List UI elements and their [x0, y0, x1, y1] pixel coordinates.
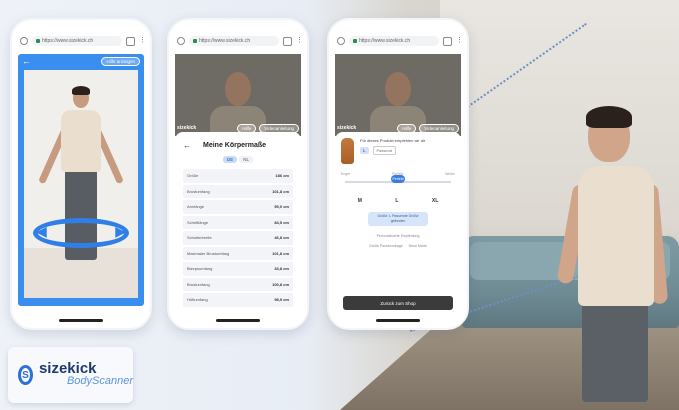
browser-bar: https://www.sizekick.ch ⋮	[337, 34, 463, 48]
product-image	[341, 138, 354, 164]
home-indicator	[216, 319, 260, 322]
product-name: BodyScanner	[66, 375, 133, 387]
address-bar[interactable]: https://www.sizekick.ch	[32, 36, 122, 46]
camera-preview: ◀ ▶	[24, 70, 138, 298]
recommendation-text: Für dieses Produkt empfehlen wir dir	[360, 138, 426, 143]
sheet-header: ← Meine Körpermaße	[183, 138, 293, 152]
option-link[interactable]: Neue Maße	[409, 244, 427, 248]
fit-label: Enger	[341, 172, 351, 176]
more-vert-icon[interactable]: ⋮	[296, 37, 303, 44]
measurement-row: Hüftumfang 98,9 cm	[183, 293, 293, 307]
option-link[interactable]: Größe Passformfrage	[369, 244, 403, 248]
recommendation-panel: Für dieses Produkt empfehlen wir dir L P…	[335, 132, 461, 314]
url-text: https://www.sizekick.ch	[199, 38, 251, 44]
lock-icon	[193, 39, 197, 43]
url-text: https://www.sizekick.ch	[42, 38, 94, 44]
back-to-shop-button[interactable]: Zurück zum Shop	[343, 296, 453, 310]
unit-option[interactable]: DE	[222, 156, 238, 163]
size-step[interactable]: M	[358, 198, 362, 204]
measurement-row: Größe 186 cm	[183, 169, 293, 183]
home-indicator	[59, 319, 103, 322]
measurement-row: Schrittlänge 84,5 cm	[183, 215, 293, 229]
scan-photo: sizekick Hilfe Videoanleitung	[335, 54, 461, 136]
size-notice: Größe: L Passende Größe gefunden	[368, 212, 428, 226]
sizekick-logo-icon: S	[18, 365, 33, 385]
home-icon[interactable]	[177, 37, 185, 45]
address-bar[interactable]: https://www.sizekick.ch	[189, 36, 279, 46]
measurement-row: Maximaler Brustumfang 101,8 cm	[183, 246, 293, 260]
logo-text: sizekick	[337, 125, 357, 131]
recommendation-row: Für dieses Produkt empfehlen wir dir L P…	[341, 138, 455, 164]
person-shirt	[578, 166, 654, 306]
tabs-icon[interactable]	[283, 36, 292, 46]
rotate-arrow-left-icon: ◀	[36, 223, 47, 239]
person-shirt	[61, 110, 101, 172]
brand-badge: S sizekick BodyScanner	[8, 347, 133, 403]
browser-bar: https://www.sizekick.ch ⋮	[177, 34, 303, 48]
fit-slider[interactable]: Enger Perfekt Weiter Perfekt	[341, 172, 455, 190]
person-hair	[72, 86, 90, 95]
lock-icon	[36, 39, 40, 43]
address-bar[interactable]: https://www.sizekick.ch	[349, 36, 439, 46]
measurement-row: Armlänge 59,0 cm	[183, 200, 293, 214]
phone-recommendation-screen: https://www.sizekick.ch ⋮ sizekick Hilfe…	[327, 18, 469, 330]
size-steps: M L XL	[341, 198, 455, 204]
option-links: Größe Passformfrage Neue Maße	[341, 244, 455, 248]
home-indicator	[376, 319, 420, 322]
tabs-icon[interactable]	[126, 36, 135, 46]
slider-knob[interactable]: Perfekt	[391, 175, 405, 183]
tabs-icon[interactable]	[443, 36, 452, 46]
measurement-row: Brustumfang 100,8 cm	[183, 277, 293, 291]
measurements-sheet: ← Meine Körpermaße DE NL Größe 186 cm Bru…	[175, 132, 301, 314]
camera-view: ← Hilfe anzeigen ◀ ▶	[18, 54, 144, 306]
fit-label: Weiter	[444, 172, 455, 176]
url-text: https://www.sizekick.ch	[359, 38, 411, 44]
personalized-option[interactable]: Personalisierte Empfehlung	[341, 234, 455, 238]
phone-scan-screen: https://www.sizekick.ch ⋮ ← Hilfe anzeig…	[10, 18, 152, 330]
measurement-row: Brustumfang 101,8 cm	[183, 184, 293, 198]
size-step[interactable]: L	[395, 198, 398, 204]
phone-measurements-screen: https://www.sizekick.ch ⋮ sizekick Hilfe…	[167, 18, 309, 330]
person-head	[385, 72, 411, 106]
logo-text: sizekick	[177, 125, 197, 131]
size-step[interactable]: XL	[432, 198, 438, 204]
more-vert-icon[interactable]: ⋮	[456, 37, 463, 44]
person-hair	[586, 106, 632, 128]
unit-option[interactable]: NL	[239, 156, 254, 163]
home-icon[interactable]	[20, 37, 28, 45]
scan-photo: sizekick Hilfe Videoanleitung	[175, 54, 301, 136]
measurement-row: Schulterbreite 46,8 cm	[183, 231, 293, 245]
measurement-row: Bizepsumfang 33,8 cm	[183, 262, 293, 276]
more-vert-icon[interactable]: ⋮	[139, 37, 146, 44]
help-button[interactable]: Hilfe anzeigen	[101, 56, 140, 66]
fit-badge: Passend	[372, 146, 397, 155]
unit-toggle[interactable]: DE NL	[183, 156, 293, 163]
camera-header: ← Hilfe anzeigen	[18, 54, 144, 68]
arrow-left-icon[interactable]: ←	[22, 56, 31, 66]
rotate-arrow-right-icon: ▶	[115, 223, 126, 239]
person-legs	[582, 302, 648, 402]
person-head	[225, 72, 251, 106]
lock-icon	[353, 39, 357, 43]
home-icon[interactable]	[337, 37, 345, 45]
brand-name: sizekick	[38, 360, 97, 377]
recommended-size-badge: L	[360, 147, 369, 154]
sheet-title: Meine Körpermaße	[203, 141, 267, 149]
arrow-left-icon[interactable]: ←	[183, 141, 191, 150]
measurement-list: Größe 186 cm Brustumfang 101,8 cm Armlänge…	[183, 169, 293, 307]
browser-bar: https://www.sizekick.ch ⋮	[20, 34, 146, 48]
